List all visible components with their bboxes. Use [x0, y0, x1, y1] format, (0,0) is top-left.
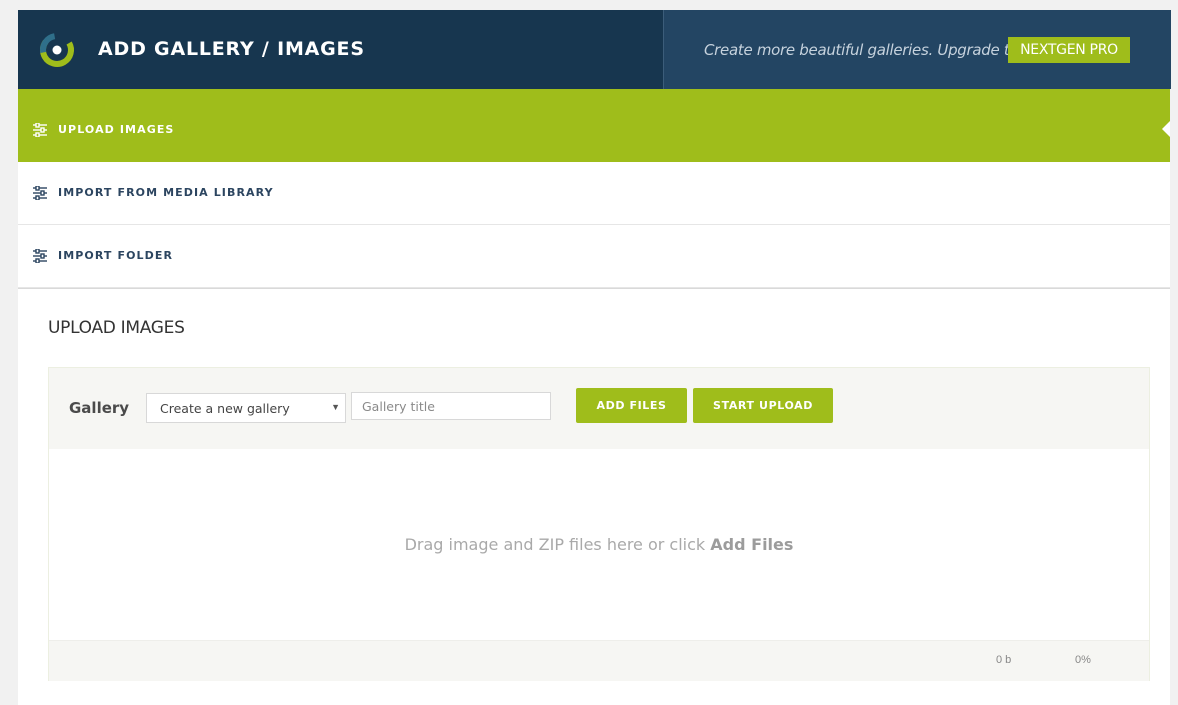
upload-toolbar: Gallery Create a new gallery ▼ ADD FILES…: [49, 368, 1149, 449]
section-title: UPLOAD IMAGES: [48, 318, 185, 338]
start-upload-button[interactable]: START UPLOAD: [693, 388, 833, 423]
gallery-label: Gallery: [69, 399, 130, 417]
tab-upload-images[interactable]: UPLOAD IMAGES: [18, 89, 1170, 162]
uploader: Gallery Create a new gallery ▼ ADD FILES…: [48, 367, 1150, 681]
total-size: 0 b: [996, 654, 1012, 666]
promo-text: Create more beautiful galleries. Upgrade…: [704, 41, 1019, 59]
gallery-title-input[interactable]: [351, 392, 551, 420]
upload-percent: 0%: [1075, 654, 1091, 666]
chevron-down-icon: ▼: [331, 402, 340, 412]
upgrade-promo: Create more beautiful galleries. Upgrade…: [663, 10, 1171, 89]
sliders-icon: [33, 186, 47, 200]
app-window: ADD GALLERY / IMAGES Create more beautif…: [18, 10, 1171, 705]
drop-instructions: Drag image and ZIP files here or click A…: [49, 535, 1149, 554]
nextgen-logo-icon: [40, 33, 74, 67]
tab-label: IMPORT FROM MEDIA LIBRARY: [58, 186, 274, 199]
drop-text: Drag image and ZIP files here or click: [404, 535, 706, 554]
nextgen-pro-button[interactable]: NEXTGEN PRO: [1008, 37, 1130, 63]
page-header: ADD GALLERY / IMAGES Create more beautif…: [18, 10, 1171, 89]
sliders-icon: [33, 249, 47, 263]
active-tab-indicator: [1162, 121, 1170, 137]
tab-import-folder[interactable]: IMPORT FOLDER: [18, 225, 1170, 288]
upload-status-bar: 0 b 0%: [49, 640, 1149, 681]
tab-import-media-library[interactable]: IMPORT FROM MEDIA LIBRARY: [18, 162, 1170, 225]
drop-zone[interactable]: Drag image and ZIP files here or click A…: [49, 449, 1149, 640]
gallery-select[interactable]: Create a new gallery ▼: [146, 393, 346, 423]
add-files-button[interactable]: ADD FILES: [576, 388, 687, 423]
gallery-select-value: Create a new gallery: [160, 401, 290, 416]
tab-label: UPLOAD IMAGES: [58, 123, 175, 136]
upload-panel: UPLOAD IMAGES Gallery Create a new galle…: [18, 288, 1170, 705]
page-title: ADD GALLERY / IMAGES: [98, 38, 365, 60]
sliders-icon: [33, 123, 47, 137]
tab-label: IMPORT FOLDER: [58, 249, 174, 262]
add-files-link[interactable]: Add Files: [710, 535, 793, 554]
